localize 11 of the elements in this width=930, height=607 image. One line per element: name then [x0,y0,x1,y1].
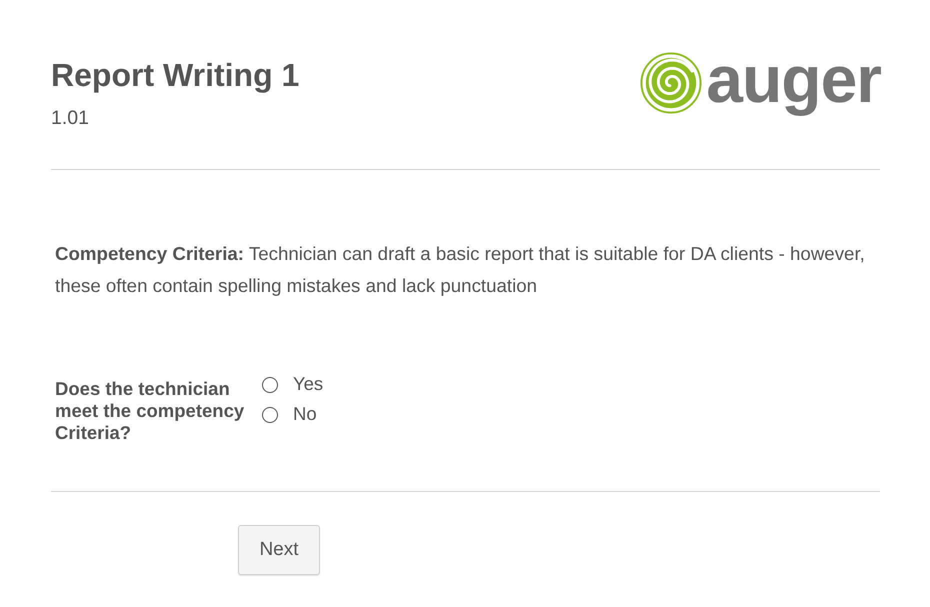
radio-button[interactable] [262,407,278,423]
next-button[interactable]: Next [238,525,320,575]
option-label[interactable]: Yes [293,373,324,395]
radio-button[interactable] [262,377,278,393]
spiral-logo-icon [640,52,702,114]
logo-wordmark: auger [706,47,881,118]
page-title: Report Writing 1 [51,56,300,95]
version-number: 1.01 [51,106,90,130]
competency-criteria-text: Competency Criteria: Technician can draft a basic report that is suitable for DA clients - however, these often contain spelling mistakes and lack punctuation [55,242,866,298]
option-label[interactable]: No [293,403,317,425]
question-label: Does the technician meet the competency Criteria? [55,378,246,444]
